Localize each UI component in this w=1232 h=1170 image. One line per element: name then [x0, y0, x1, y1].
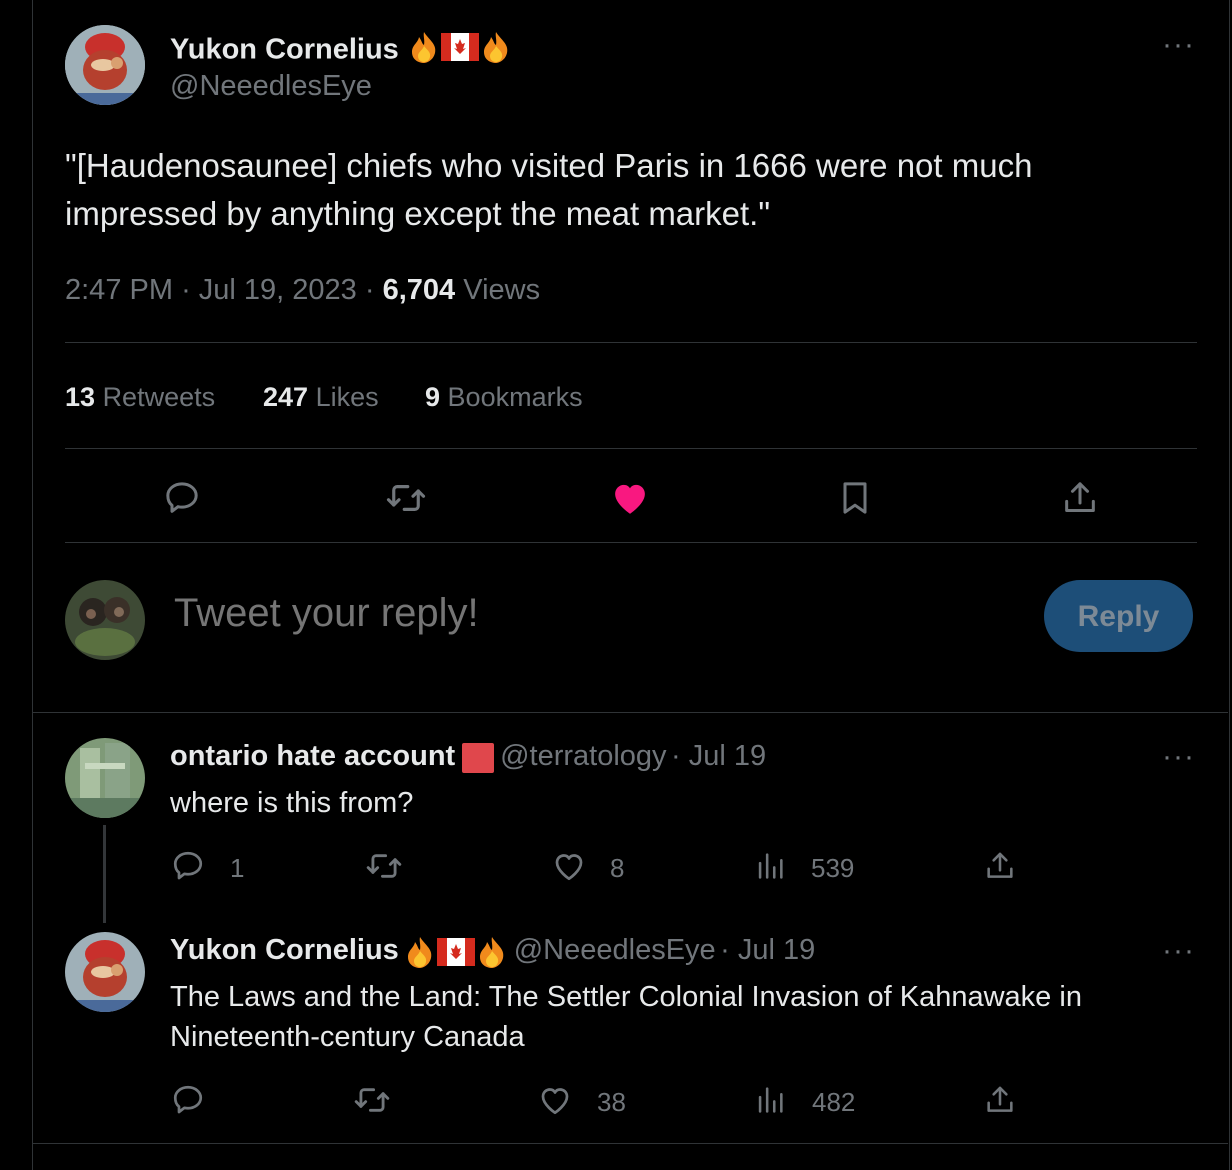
- reply-icon[interactable]: [160, 476, 204, 520]
- tweet-date[interactable]: Jul 19, 2023: [199, 274, 357, 306]
- views-label: Views: [463, 274, 541, 306]
- heart-icon[interactable]: [549, 846, 589, 886]
- divider: [33, 712, 1228, 713]
- reply-date[interactable]: · Jul 19: [671, 740, 766, 772]
- views-count: 6,704: [382, 274, 456, 306]
- retweet-icon[interactable]: [364, 846, 404, 886]
- tweet-meta: 2:47 PM · Jul 19, 2023 · 6,704 Views: [65, 274, 540, 307]
- separator: ·: [364, 274, 375, 306]
- author-name[interactable]: Yukon Cornelius: [170, 30, 513, 72]
- reply-button[interactable]: Reply: [1044, 580, 1193, 652]
- reply-author-handle[interactable]: @terratology: [500, 740, 666, 772]
- reply-text: The Laws and the Land: The Settler Colon…: [170, 981, 1082, 1053]
- canada-flag-icon: [440, 33, 479, 69]
- more-icon[interactable]: ···: [1162, 936, 1195, 966]
- reply-icon[interactable]: [168, 1080, 208, 1120]
- canada-flag-icon: [437, 938, 476, 971]
- more-icon[interactable]: ···: [1162, 742, 1195, 772]
- share-icon[interactable]: [980, 1080, 1020, 1120]
- likes-label: Likes: [315, 382, 379, 412]
- fire-icon: [403, 935, 437, 974]
- reply-avatar[interactable]: [65, 932, 145, 1012]
- fire-icon: [407, 30, 441, 72]
- heart-icon[interactable]: [608, 476, 652, 520]
- fire-icon: [475, 935, 509, 974]
- author-avatar[interactable]: [65, 25, 145, 105]
- retweet-icon[interactable]: [384, 476, 428, 520]
- views-icon[interactable]: [750, 846, 790, 886]
- likes-stat[interactable]: 247 Likes: [263, 382, 379, 413]
- reply-author-handle[interactable]: @NeeedlesEye: [514, 934, 716, 966]
- author-name-text[interactable]: Yukon Cornelius: [170, 34, 399, 66]
- like-count: 8: [610, 853, 625, 883]
- retweet-icon[interactable]: [352, 1080, 392, 1120]
- red-square-icon: [460, 741, 496, 780]
- author-handle[interactable]: @NeeedlesEye: [170, 70, 372, 103]
- like-count: 38: [597, 1087, 626, 1117]
- bookmarks-stat[interactable]: 9 Bookmarks: [425, 382, 583, 413]
- tweet-time[interactable]: 2:47 PM: [65, 274, 173, 306]
- tweet-text: "[Haudenosaunee] chiefs who visited Pari…: [65, 147, 1033, 232]
- views-icon[interactable]: [750, 1080, 790, 1120]
- reply-text: where is this from?: [170, 787, 414, 819]
- share-icon[interactable]: [1058, 476, 1102, 520]
- reply-date[interactable]: · Jul 19: [720, 934, 815, 966]
- share-icon[interactable]: [980, 846, 1020, 886]
- reply-icon[interactable]: [168, 846, 208, 886]
- separator: ·: [181, 274, 191, 306]
- divider: [65, 448, 1197, 449]
- user-avatar[interactable]: [65, 580, 145, 660]
- reply-input[interactable]: [172, 590, 976, 637]
- likes-count: 247: [263, 382, 309, 412]
- reply-avatar[interactable]: [65, 738, 145, 818]
- bookmark-icon[interactable]: [833, 476, 877, 520]
- reply-author-name[interactable]: ontario hate account: [170, 740, 455, 772]
- reply-author-name[interactable]: Yukon Cornelius: [170, 934, 399, 966]
- retweets-count: 13: [65, 382, 96, 412]
- bookmarks-label: Bookmarks: [447, 382, 583, 412]
- heart-icon[interactable]: [535, 1080, 575, 1120]
- view-count: 539: [811, 853, 855, 883]
- thread-line: [103, 825, 106, 923]
- bookmarks-count: 9: [425, 382, 441, 412]
- reply-header: Yukon Cornelius @NeeedlesEye · Jul 19: [170, 934, 815, 974]
- more-icon[interactable]: ···: [1162, 30, 1195, 60]
- divider: [65, 542, 1197, 543]
- reply-header: ontario hate account @terratology · Jul …: [170, 740, 766, 780]
- fire-icon: [479, 30, 513, 72]
- retweets-label: Retweets: [102, 382, 216, 412]
- retweets-stat[interactable]: 13 Retweets: [65, 382, 215, 413]
- view-count: 482: [812, 1087, 856, 1117]
- reply-count: 1: [230, 853, 245, 883]
- divider: [65, 342, 1197, 343]
- divider: [33, 1143, 1228, 1144]
